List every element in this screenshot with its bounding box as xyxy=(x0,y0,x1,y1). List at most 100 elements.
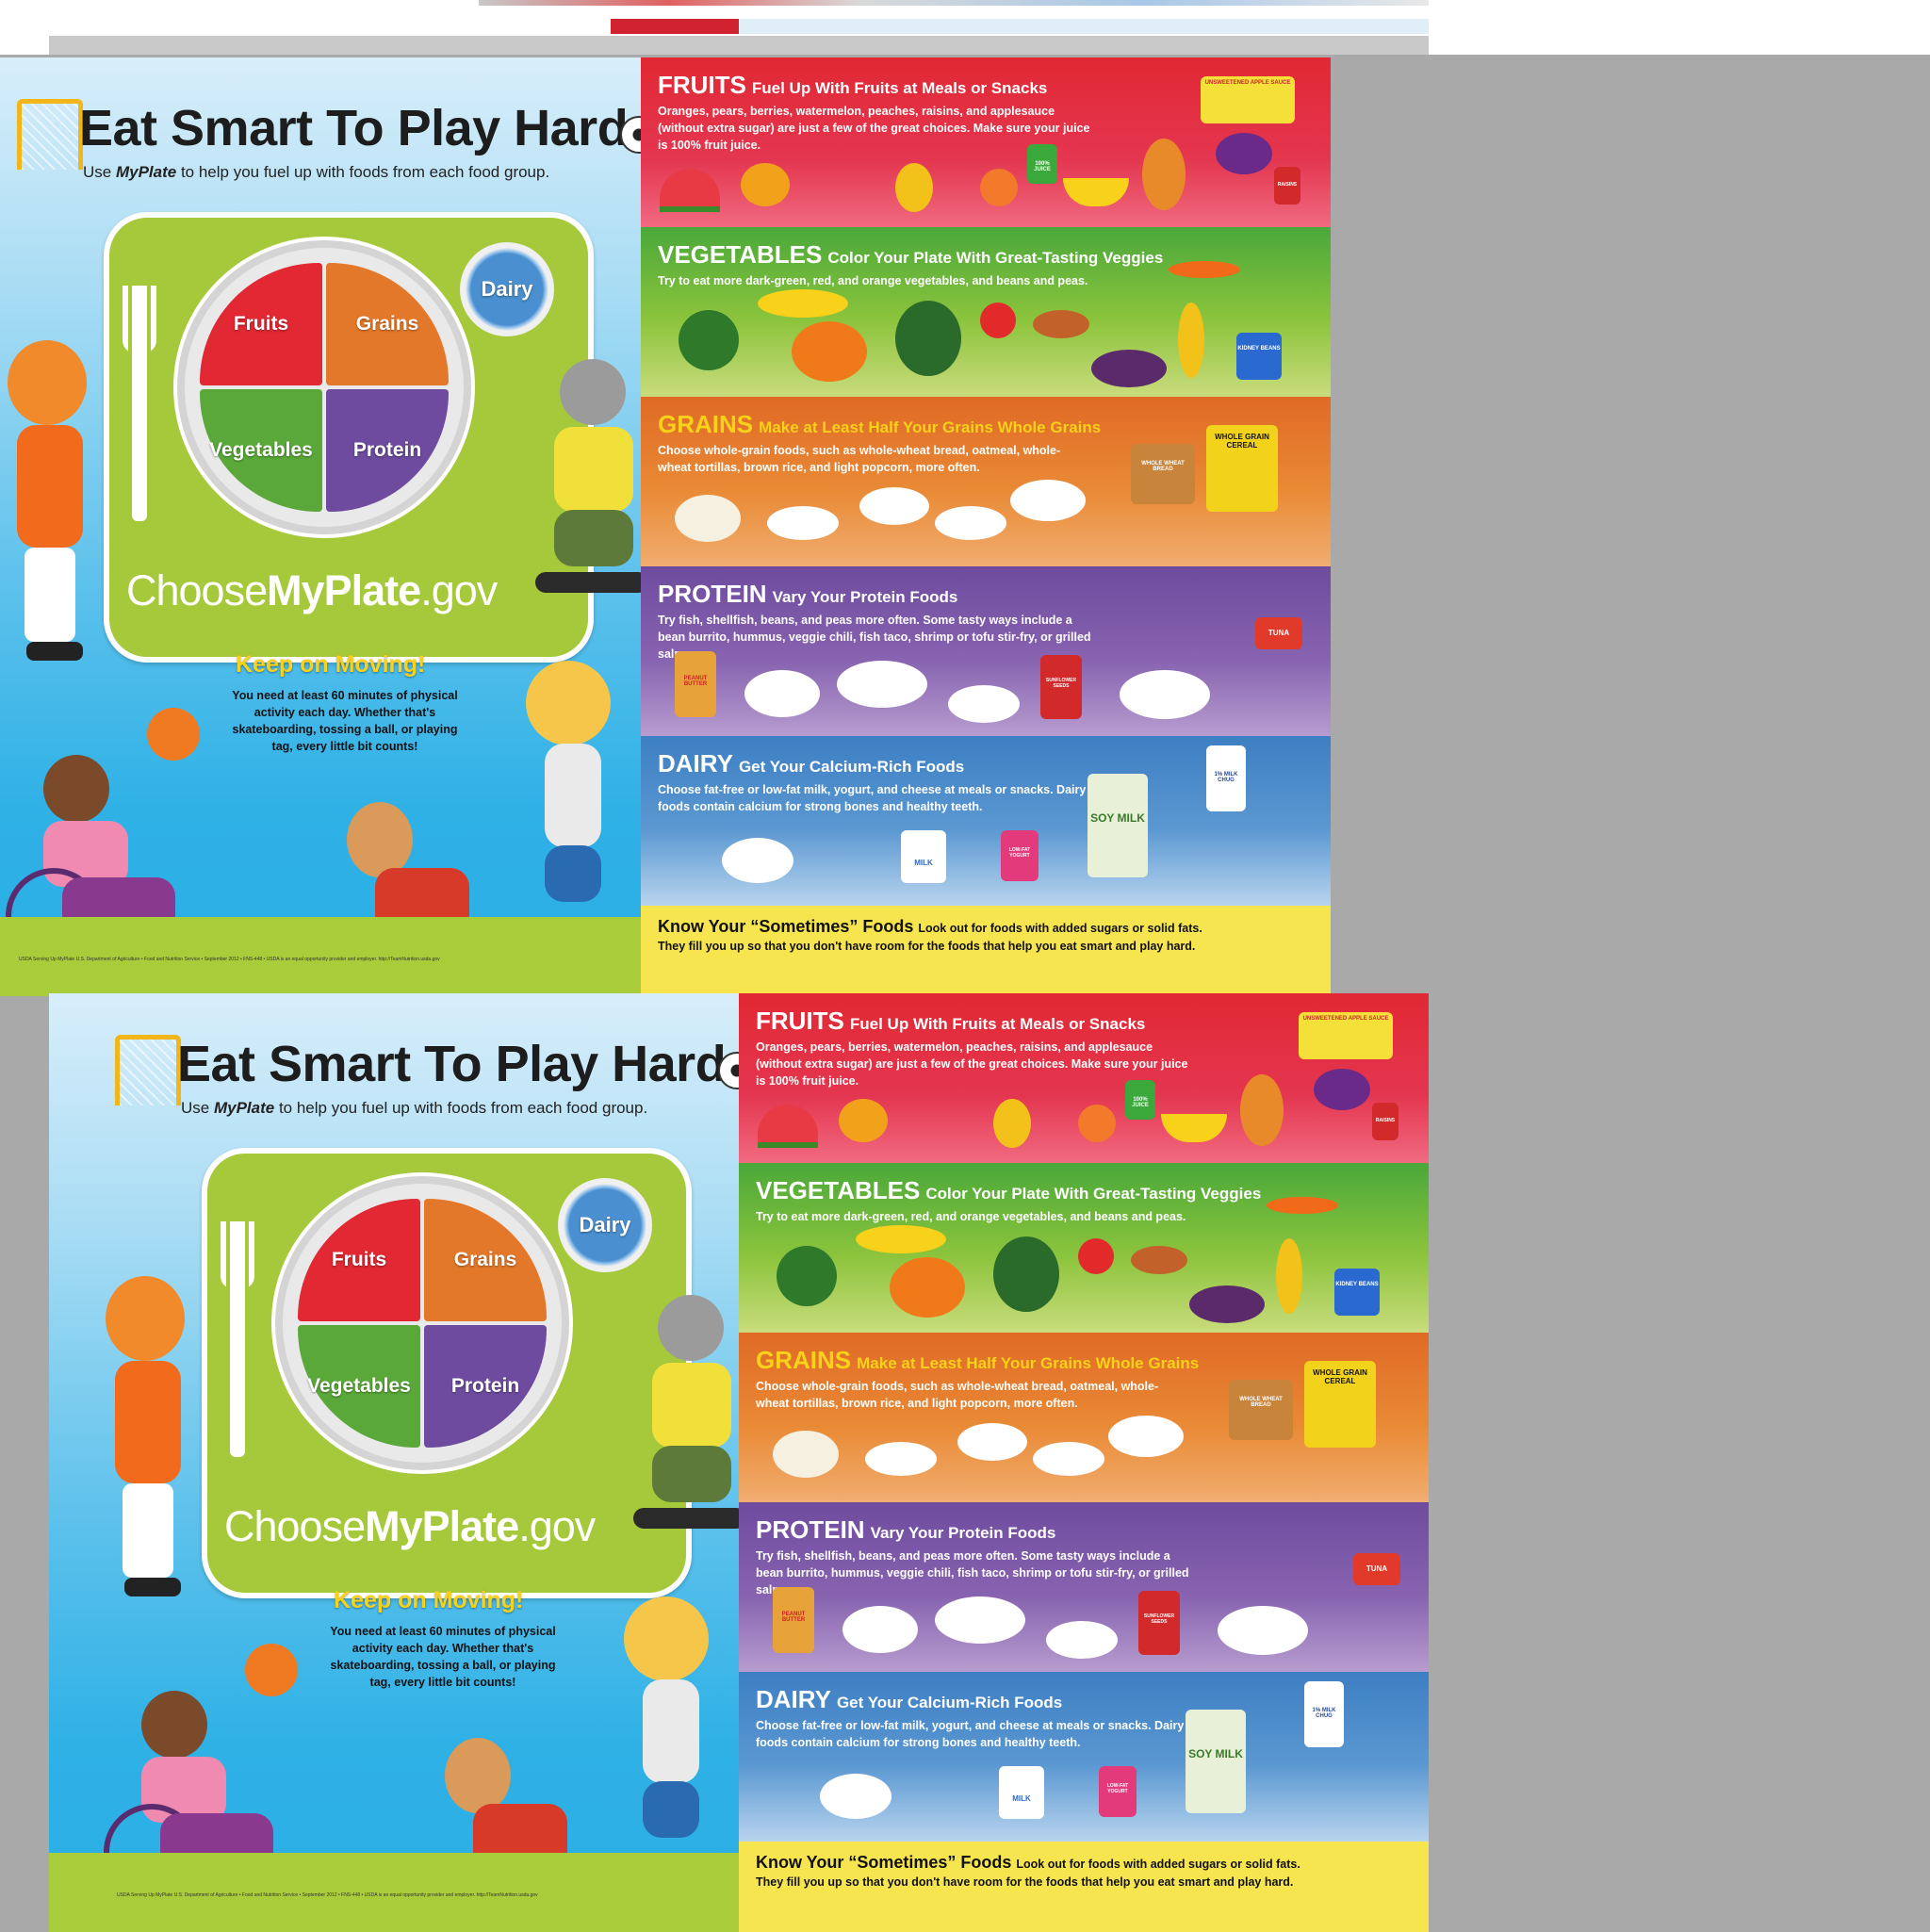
peach-icon xyxy=(980,169,1018,206)
keep-moving-title: Keep on Moving! xyxy=(236,651,426,678)
rice-bowl-icon xyxy=(773,1431,839,1478)
roll-plate-icon xyxy=(935,506,1006,540)
burrito-plate-icon xyxy=(957,1423,1027,1461)
band-protein: PROTEIN Vary Your Protein Foods Try fish,… xyxy=(641,566,1331,736)
milk-chug-icon: 1% MILK CHUG xyxy=(1206,745,1246,811)
band-heading: FRUITS Fuel Up With Fruits at Meals or Sn… xyxy=(658,71,1048,99)
mango-icon xyxy=(741,163,790,206)
applesauce-icon: UNSWEETENED APPLE SAUCE xyxy=(1201,76,1295,123)
yogurt-cup-icon: LOW-FAT YOGURT xyxy=(1099,1766,1137,1817)
corn-icon xyxy=(1276,1238,1302,1314)
band-sometimes-foods: Know Your “Sometimes” Foods Look out for… xyxy=(739,1842,1429,1932)
band-heading: VEGETABLES Color Your Plate With Great-Ta… xyxy=(658,240,1164,269)
myplate-graphic: Fruits Grains Vegetables Protein xyxy=(271,1172,573,1474)
pear-icon xyxy=(993,1099,1031,1148)
raisins-box-icon: RAISINS xyxy=(1274,167,1300,205)
baseball-kid-illustration xyxy=(96,1276,209,1615)
band-grains: GRAINS Make at Least Half Your Grains Who… xyxy=(641,397,1331,566)
milk-chug-icon: 1% MILK CHUG xyxy=(1304,1681,1344,1747)
skateboard-kid-illustration xyxy=(624,1295,739,1578)
band-text: They fill you up so that you don't have … xyxy=(658,940,1196,953)
myplate-graphic: Fruits Grains Vegetables Protein xyxy=(173,237,475,538)
carrot-icon xyxy=(1267,1197,1338,1214)
plate-dairy: Dairy xyxy=(460,242,554,336)
plate-grains: Grains xyxy=(326,263,449,385)
roll-plate-icon xyxy=(1033,1442,1104,1476)
top-glitch-strip xyxy=(0,0,1930,55)
papaya-icon xyxy=(1142,139,1186,210)
band-dairy: DAIRY Get Your Calcium-Rich Foods Choose … xyxy=(641,736,1331,906)
band-text: Choose whole-grain foods, such as whole-… xyxy=(756,1380,1159,1410)
poster-left-panel: Eat Smart To Play Hard Use MyPlate to he… xyxy=(0,57,641,996)
soy-milk-carton-icon: SOY MILK xyxy=(1186,1710,1246,1813)
soccer-goal-icon xyxy=(17,99,83,170)
black-beans-plate-icon xyxy=(842,1606,918,1653)
band-sometimes-foods: Know Your “Sometimes” Foods Look out for… xyxy=(641,906,1331,996)
band-protein: PROTEIN Vary Your Protein Foods Try fish,… xyxy=(739,1502,1429,1672)
choosemyplate-url: ChooseMyPlate.gov xyxy=(224,1502,596,1550)
band-text: Oranges, pears, berries, watermelon, pea… xyxy=(756,1040,1188,1088)
food-group-bands: FRUITS Fuel Up With Fruits at Meals or Sn… xyxy=(641,57,1331,996)
band-text: They fill you up so that you don't have … xyxy=(756,1875,1294,1889)
running-girl-illustration xyxy=(507,661,639,915)
poster-left-panel: Eat Smart To Play Hard Use MyPlate to he… xyxy=(49,993,739,1932)
sunflower-seeds-bag-icon: SUNFLOWER SEEDS xyxy=(1138,1591,1180,1655)
band-heading: DAIRY Get Your Calcium-Rich Foods xyxy=(658,749,965,778)
cheese-plate-icon xyxy=(722,838,793,883)
band-text: Choose fat-free or low-fat milk, yogurt,… xyxy=(658,783,1087,813)
peanut-butter-jar-icon: PEANUT BUTTER xyxy=(675,651,716,717)
poster-duplicate: Eat Smart To Play Hard Use MyPlate to he… xyxy=(49,993,1429,1932)
kidney-beans-can-icon: KIDNEY BEANS xyxy=(1334,1269,1380,1316)
plate-fruits: Fruits xyxy=(200,263,322,385)
bread-loaf-icon: WHOLE WHEAT BREAD xyxy=(1131,444,1195,504)
poster: Eat Smart To Play Hard Use MyPlate to he… xyxy=(0,57,1331,996)
mango-icon xyxy=(839,1099,888,1142)
plate-protein: Protein xyxy=(424,1325,547,1448)
band-heading: Know Your “Sometimes” Foods Look out for… xyxy=(658,917,1202,936)
squash-icon xyxy=(856,1225,946,1253)
juice-box-icon: 100% JUICE xyxy=(1027,144,1057,184)
rice-bowl-icon xyxy=(675,495,741,542)
sweet-potato-icon xyxy=(1131,1246,1187,1274)
carrot-icon xyxy=(1169,261,1240,278)
plate-vegetables: Vegetables xyxy=(298,1325,420,1448)
peanut-butter-jar-icon: PEANUT BUTTER xyxy=(773,1587,814,1653)
pumpkin-icon xyxy=(792,321,867,382)
band-text: Try to eat more dark-green, red, and ora… xyxy=(756,1210,1186,1223)
plate-protein: Protein xyxy=(326,389,449,512)
soy-milk-carton-icon: SOY MILK xyxy=(1088,774,1148,877)
band-heading: GRAINS Make at Least Half Your Grains Who… xyxy=(756,1346,1200,1374)
poster-title: Eat Smart To Play Hard xyxy=(79,100,629,156)
band-text: Try to eat more dark-green, red, and ora… xyxy=(658,274,1088,287)
food-group-bands: FRUITS Fuel Up With Fruits at Meals or Sn… xyxy=(739,993,1429,1932)
band-heading: DAIRY Get Your Calcium-Rich Foods xyxy=(756,1685,1063,1713)
band-grains: GRAINS Make at Least Half Your Grains Who… xyxy=(739,1333,1429,1502)
band-text: Try fish, shellfish, beans, and peas mor… xyxy=(658,614,1091,661)
baseball-kid-illustration xyxy=(0,340,111,679)
band-vegetables: VEGETABLES Color Your Plate With Great-Ta… xyxy=(739,1163,1429,1333)
burrito-plate-icon xyxy=(859,487,929,525)
squash-icon xyxy=(758,289,848,318)
raisins-box-icon: RAISINS xyxy=(1372,1103,1398,1140)
choosemyplate-url: ChooseMyPlate.gov xyxy=(126,566,498,614)
band-vegetables: VEGETABLES Color Your Plate With Great-Ta… xyxy=(641,227,1331,397)
band-heading: FRUITS Fuel Up With Fruits at Meals or Sn… xyxy=(756,1007,1146,1035)
banana-icon xyxy=(1161,1114,1227,1142)
broccoli-icon xyxy=(679,310,739,370)
broccoli-icon xyxy=(777,1246,837,1306)
yogurt-cup-icon: LOW-FAT YOGURT xyxy=(1001,830,1039,881)
band-heading: VEGETABLES Color Your Plate With Great-Ta… xyxy=(756,1176,1262,1204)
kidney-beans-can-icon: KIDNEY BEANS xyxy=(1236,333,1282,380)
plate-dairy: Dairy xyxy=(558,1178,652,1272)
footer-credits: USDA Serving Up MyPlate U.S. Department … xyxy=(19,957,440,962)
tuna-can-icon: TUNA xyxy=(1353,1553,1400,1585)
spinach-icon xyxy=(993,1236,1059,1312)
pasta-plate-icon xyxy=(1108,1416,1184,1457)
salmon-plate-icon xyxy=(1218,1606,1308,1655)
band-heading: PROTEIN Vary Your Protein Foods xyxy=(756,1515,1056,1544)
keep-moving-text: You need at least 60 minutes of physical… xyxy=(232,689,458,753)
glitch-bar xyxy=(479,0,1429,6)
milk-carton-icon: MILK xyxy=(901,830,946,883)
watermelon-icon xyxy=(758,1105,818,1148)
peach-icon xyxy=(1078,1105,1116,1142)
